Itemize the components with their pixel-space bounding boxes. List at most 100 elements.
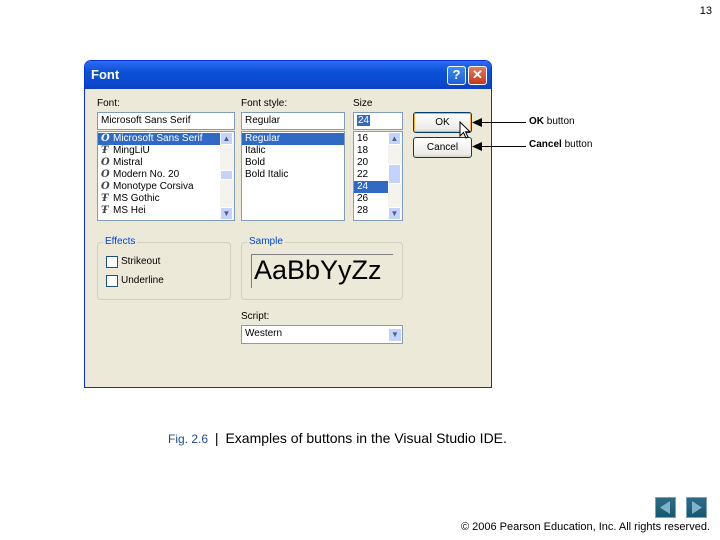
size-list-item-label: 20 (357, 157, 369, 168)
font-list-item-label: Modern No. 20 (113, 169, 180, 180)
font-style-list-item-label: Regular (245, 133, 281, 144)
ok-arrow-line (480, 122, 526, 123)
sample-preview: AaBbYyZz (251, 254, 393, 288)
prev-button[interactable] (655, 497, 676, 518)
cancel-button[interactable]: Cancel (413, 137, 472, 158)
size-list-item[interactable]: 20 (354, 157, 388, 169)
caption-separator: | (214, 430, 219, 446)
size-label: Size (353, 98, 373, 109)
font-label: Font: (97, 98, 120, 109)
page-number: 13 (699, 5, 712, 17)
help-icon[interactable]: ? (447, 66, 466, 85)
size-list-item[interactable]: 28 (354, 205, 388, 217)
font-list-item[interactable]: Ŧ MS Gothic (98, 193, 220, 205)
figure-number: Fig. 2.6 (168, 432, 209, 446)
font-list-item[interactable]: O Mistral (98, 157, 220, 169)
size-list-item[interactable]: 18 (354, 145, 388, 157)
size-list-item-label: 22 (357, 169, 369, 180)
title-bar[interactable]: Font ? ✕ (85, 61, 491, 89)
font-style-list-item-label: Bold Italic (245, 169, 289, 180)
next-arrow-icon (692, 501, 702, 514)
font-list-item[interactable]: O Microsoft Sans Serif (98, 133, 220, 145)
size-list-item[interactable]: 16 (354, 133, 388, 145)
font-list-item-label: Mistral (113, 157, 143, 168)
font-list-item-label: MS Hei (113, 205, 146, 216)
dialog-title: Font (91, 67, 120, 82)
font-list-items: O Microsoft Sans Serif Ŧ MingLiU O Mistral O Mo… (98, 133, 220, 217)
scroll-thumb[interactable] (220, 170, 233, 180)
font-list-scrollbar[interactable]: ▲ ▼ (220, 132, 234, 220)
font-style-label: Font style: (241, 98, 288, 109)
font-list-item-label: MingLiU (113, 145, 150, 156)
font-style-list-items: Regular Italic Bold Bold Italic (242, 133, 344, 181)
font-type-icon: O (101, 169, 110, 180)
cancel-arrowhead-icon (472, 142, 482, 151)
font-style-list[interactable]: Regular Italic Bold Bold Italic (241, 131, 345, 221)
ok-callout-rest: button (544, 116, 575, 127)
size-list-item-label: 16 (357, 133, 369, 144)
font-list-item[interactable]: Ŧ MingLiU (98, 145, 220, 157)
scroll-thumb[interactable] (388, 164, 401, 184)
cancel-arrow-line (480, 146, 526, 147)
font-style-list-item[interactable]: Regular (242, 133, 344, 145)
chevron-down-icon[interactable]: ▼ (388, 328, 402, 342)
effects-group (97, 242, 231, 300)
underline-checkbox[interactable] (106, 275, 118, 287)
size-list-item[interactable]: 22 (354, 169, 388, 181)
size-list-scrollbar[interactable]: ▲ ▼ (388, 132, 402, 220)
effects-label: Effects (103, 236, 138, 247)
ok-callout: OK button (529, 116, 575, 127)
copyright-notice: © 2006 Pearson Education, Inc. All right… (460, 521, 710, 533)
script-select[interactable]: Western (241, 325, 403, 344)
font-type-icon: Ŧ (101, 193, 109, 204)
close-icon[interactable]: ✕ (468, 66, 487, 85)
font-type-icon: O (101, 133, 110, 144)
size-input[interactable]: 24 (353, 112, 403, 130)
chevron-up-icon[interactable]: ▲ (388, 132, 401, 145)
chevron-down-icon[interactable]: ▼ (220, 207, 233, 220)
ok-callout-bold: OK (529, 116, 544, 127)
chevron-down-icon[interactable]: ▼ (388, 207, 401, 220)
font-style-list-item[interactable]: Bold Italic (242, 169, 344, 181)
size-list[interactable]: 16 18 20 22 24 26 28 ▲ ▼ (353, 131, 403, 221)
next-button[interactable] (686, 497, 707, 518)
font-type-icon: O (101, 157, 110, 168)
font-list-item[interactable]: O Monotype Corsiva (98, 181, 220, 193)
strikeout-label: Strikeout (121, 256, 161, 267)
caption-text: Examples of buttons in the Visual Studio… (225, 430, 507, 446)
font-style-list-item[interactable]: Italic (242, 145, 344, 157)
font-style-list-item[interactable]: Bold (242, 157, 344, 169)
font-type-icon: Ŧ (101, 205, 109, 216)
font-type-icon: O (101, 181, 110, 192)
chevron-up-icon[interactable]: ▲ (220, 132, 233, 145)
script-label: Script: (241, 311, 270, 322)
sample-label: Sample (247, 236, 285, 247)
font-list[interactable]: O Microsoft Sans Serif Ŧ MingLiU O Mistral O Mo… (97, 131, 235, 221)
cancel-callout-bold: Cancel (529, 139, 562, 150)
size-list-item-label: 24 (357, 181, 369, 192)
script-value: Western (245, 328, 283, 339)
figure-caption: Fig. 2.6 | Examples of buttons in the Vi… (168, 430, 507, 446)
size-input-value: 24 (357, 115, 371, 126)
font-list-item-label: Microsoft Sans Serif (113, 133, 203, 144)
sample-text: AaBbYyZz (254, 255, 382, 285)
mouse-cursor-icon (459, 121, 471, 139)
size-list-item[interactable]: 24 (354, 181, 388, 193)
size-list-items: 16 18 20 22 24 26 28 (354, 133, 388, 217)
underline-label: Underline (121, 275, 164, 286)
prev-arrow-icon (660, 501, 670, 514)
font-input[interactable]: Microsoft Sans Serif (97, 112, 235, 130)
font-dialog: Font ? ✕ Font: Font style: Size Microsof… (84, 60, 492, 388)
font-style-input[interactable]: Regular (241, 112, 345, 130)
size-list-item[interactable]: 26 (354, 193, 388, 205)
strikeout-checkbox[interactable] (106, 256, 118, 268)
font-list-item[interactable]: O Modern No. 20 (98, 169, 220, 181)
font-list-item[interactable]: Ŧ MS Hei (98, 205, 220, 217)
size-list-item-label: 28 (357, 205, 369, 216)
font-style-list-item-label: Italic (245, 145, 266, 156)
font-list-item-label: Monotype Corsiva (113, 181, 194, 192)
font-list-item-label: MS Gothic (113, 193, 160, 204)
font-type-icon: Ŧ (101, 145, 109, 156)
cancel-callout: Cancel button (529, 139, 592, 150)
ok-arrowhead-icon (472, 118, 482, 127)
